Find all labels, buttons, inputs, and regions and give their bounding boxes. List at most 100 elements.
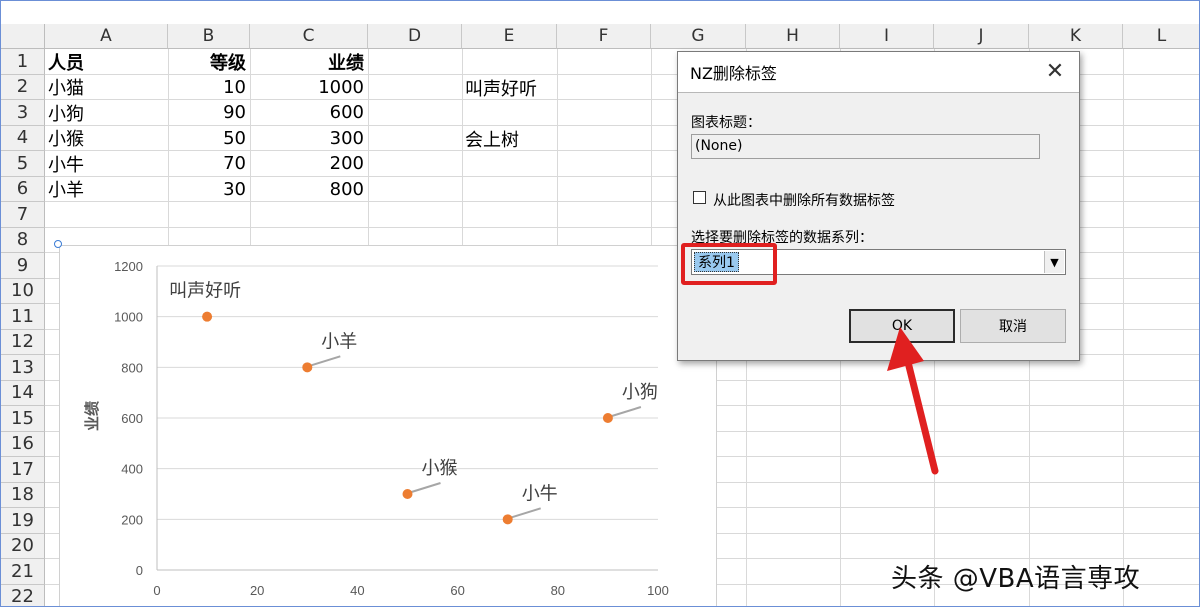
cell-A4[interactable]: 小猴 [45,126,168,151]
data-label: 小牛 [522,483,558,504]
cell-B4[interactable]: 50 [168,126,250,151]
cell-B2[interactable]: 10 [168,75,250,100]
row-header-2[interactable]: 2 [1,74,45,100]
row-header-5[interactable]: 5 [1,151,45,177]
close-icon[interactable]: ✕ [1043,60,1067,84]
row-header-6[interactable]: 6 [1,176,45,202]
row-header-1[interactable]: 1 [1,49,45,75]
row-header-14[interactable]: 14 [1,380,45,406]
data-label: 叫声好听 [169,281,241,302]
x-tick-label: 100 [647,583,669,598]
data-label: 小狗 [622,382,658,403]
column-header-L[interactable]: L [1123,24,1199,49]
data-point [202,311,213,322]
row-header-20[interactable]: 20 [1,533,45,559]
data-point [302,362,313,373]
leader-line [511,507,541,519]
data-point [402,489,413,499]
row-header-4[interactable]: 4 [1,125,45,151]
column-header-J[interactable]: J [934,24,1029,49]
cell-B1[interactable]: 等级 [168,49,250,74]
row-header-15[interactable]: 15 [1,406,45,432]
cell-C4[interactable]: 300 [250,126,368,151]
column-header-B[interactable]: B [168,24,250,49]
ok-button[interactable]: OK [849,309,955,343]
column-header-K[interactable]: K [1029,24,1123,49]
leader-line [311,355,341,367]
cell-A1[interactable]: 人员 [45,49,168,74]
x-tick-label: 40 [350,583,364,598]
highlight-box [681,243,777,285]
chart-plot: 0 200 400 600 800 1000 1200 0 20 40 60 80 100 业绩 叫声好听小… [83,259,669,598]
data-point [602,413,613,423]
row-header-7[interactable]: 7 [1,202,45,228]
leader-line [411,482,441,493]
scatter-chart[interactable]: 0 200 400 600 800 1000 1200 0 20 40 60 80 100 业绩 叫声好听小… [59,245,717,606]
row-header-19[interactable]: 19 [1,508,45,534]
cell-A2[interactable]: 小猫 [45,75,168,100]
row-header-12[interactable]: 12 [1,329,45,355]
row-header-18[interactable]: 18 [1,482,45,508]
y-tick-label: 1000 [114,310,143,325]
y-tick-label: 200 [121,512,143,527]
row-header-16[interactable]: 16 [1,431,45,457]
leader-line [611,406,642,417]
cell-B6[interactable]: 30 [168,177,250,202]
column-header-D[interactable]: D [368,24,462,49]
column-header-E[interactable]: E [462,24,557,49]
row-header-21[interactable]: 21 [1,559,45,585]
cancel-button[interactable]: 取消 [960,309,1066,343]
dialog-title: NZ删除标签 [690,64,777,83]
cell-C1[interactable]: 业绩 [250,49,368,74]
chevron-down-icon[interactable]: ▼ [1044,251,1064,273]
chart-resize-handle[interactable] [54,240,62,248]
chart-title-label: 图表标题： [691,115,761,131]
column-header-G[interactable]: G [651,24,746,49]
row-header-8[interactable]: 8 [1,227,45,253]
row-header-9[interactable]: 9 [1,253,45,279]
cell-A3[interactable]: 小狗 [45,100,168,125]
arrow-shaft [900,342,939,475]
cell-C3[interactable]: 600 [250,100,368,125]
dialog-titlebar[interactable]: NZ删除标签 [678,52,1079,92]
row-header-3[interactable]: 3 [1,100,45,126]
delete-all-labels-text: 从此图表中删除所有数据标签 [713,193,895,209]
column-header-I[interactable]: I [840,24,934,49]
y-tick-label: 0 [136,563,143,578]
cell-A5[interactable]: 小牛 [45,151,168,176]
select-all-corner[interactable] [1,24,45,49]
row-header-11[interactable]: 11 [1,304,45,330]
cell-C2[interactable]: 1000 [250,75,368,100]
data-label: 小羊 [321,331,357,352]
cell-C5[interactable]: 200 [250,151,368,176]
y-tick-label: 600 [121,411,143,426]
excel-window: ABCDEFGHIJKL 1 2 3 4 5 6 7 8 9 10 11 12 13 14 15 16 17 18… [0,0,1200,607]
x-tick-label: 60 [450,583,464,598]
data-label: 小猴 [422,458,458,479]
row-header-10[interactable]: 10 [1,278,45,304]
cell-E4[interactable]: 会上树 [462,126,602,151]
cell-B5[interactable]: 70 [168,151,250,176]
column-header-A[interactable]: A [45,24,168,49]
cell-B3[interactable]: 90 [168,100,250,125]
y-axis-title: 业绩 [83,401,101,431]
row-header-17[interactable]: 17 [1,457,45,483]
chart-title-field: (None) [691,134,1040,159]
cell-C6[interactable]: 800 [250,177,368,202]
x-tick-label: 20 [250,583,264,598]
cell-A6[interactable]: 小羊 [45,177,168,202]
formula-bar-area [1,1,1199,24]
y-tick-label: 800 [121,360,143,375]
delete-all-labels-checkbox[interactable] [693,191,706,204]
row-header-13[interactable]: 13 [1,355,45,381]
row-header-22[interactable]: 22 [1,584,45,606]
watermark: 头条 @VBA语言専攻 [891,564,1141,594]
cell-E2[interactable]: 叫声好听 [462,75,602,100]
column-header-H[interactable]: H [746,24,840,49]
column-header-F[interactable]: F [557,24,651,49]
x-tick-label: 80 [551,583,565,598]
titlebar-divider [678,92,1079,93]
x-tick-label: 0 [153,583,160,598]
y-tick-label: 400 [121,462,143,477]
column-header-C[interactable]: C [250,24,368,49]
